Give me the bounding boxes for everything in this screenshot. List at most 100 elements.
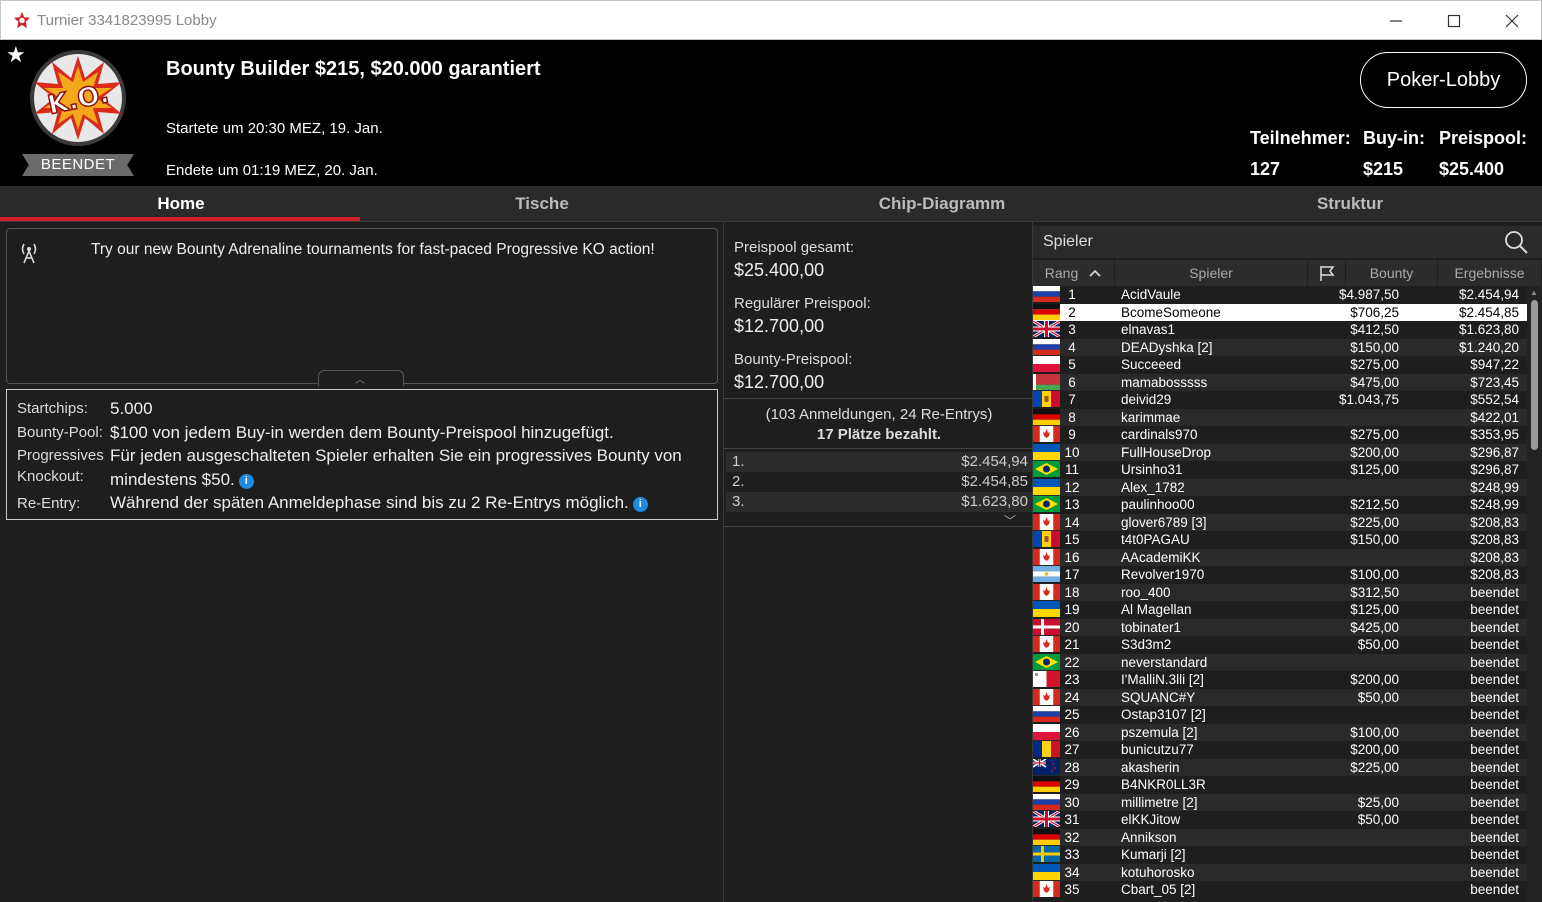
column-header-rank[interactable]: Rang (1033, 260, 1115, 286)
player-row[interactable]: 24 SQUANC#Y $50,00 beendet (1033, 688, 1527, 706)
column-header-bounty[interactable]: Bounty (1346, 260, 1438, 286)
player-row[interactable]: 4 DEADyshka [2] $150,00 $1.240,20 (1033, 338, 1527, 356)
player-row[interactable]: 16 AAcademiKK $208,83 (1033, 548, 1527, 566)
player-row[interactable]: 10 FullHouseDrop $200,00 $296,87 (1033, 443, 1527, 461)
payout-amount: $2.454,94 (961, 453, 1028, 470)
player-result: $208,83 (1470, 532, 1519, 547)
player-row[interactable]: 35 Cbart_05 [2] beendet (1033, 881, 1527, 899)
favorite-star-icon[interactable]: ★ (6, 42, 26, 68)
tab-structure[interactable]: Struktur (1170, 186, 1530, 222)
column-header-player[interactable]: Spieler (1115, 260, 1308, 286)
collapse-promo-handle[interactable]: ︿ (318, 370, 404, 386)
bountypool-label: Bounty-Pool: (17, 424, 103, 441)
player-result: beendet (1470, 864, 1519, 880)
player-row[interactable]: 19 Al Magellan $125,00 beendet (1033, 601, 1527, 619)
knockout-badge-icon: K.O. (30, 50, 126, 146)
player-bounty: $200,00 (1350, 444, 1399, 460)
tournament-header: ★ K.O. BEENDET Bounty Builder $215, $20.… (0, 40, 1542, 186)
player-row[interactable]: 26 pszemula [2] $100,00 beendet (1033, 723, 1527, 741)
player-row[interactable]: 15 t4t0PAGAU $150,00 $208,83 (1033, 531, 1527, 549)
player-row[interactable]: 2 BcomeSomeone $706,25 $2.454,85 (1033, 303, 1527, 321)
player-row[interactable]: 11 Ursinho31 $125,00 $296,87 (1033, 461, 1527, 479)
maximize-button[interactable] (1425, 1, 1483, 41)
player-row[interactable]: 22 neverstandard beendet (1033, 653, 1527, 671)
player-name: bunicutzu77 (1121, 742, 1194, 757)
player-search-bar[interactable]: Spieler (1033, 226, 1542, 258)
player-result: beendet (1470, 602, 1519, 617)
payout-row: 3. $1.623,80 (726, 492, 1032, 512)
player-name: kotuhorosko (1121, 864, 1195, 880)
player-rank: 15 (1064, 532, 1080, 547)
active-tab-indicator (0, 217, 360, 221)
player-row[interactable]: 13 paulinhoo00 $212,50 $248,99 (1033, 496, 1527, 514)
minimize-button[interactable] (1367, 1, 1425, 41)
player-row[interactable]: 31 elKKJitow $50,00 beendet (1032, 809, 1527, 829)
player-name: roo_400 (1121, 584, 1171, 600)
player-row[interactable]: 25 Ostap3107 [2] beendet (1033, 706, 1527, 724)
regular-prizepool-value: $12.700,00 (734, 316, 825, 336)
player-rank: 1 (1068, 287, 1076, 302)
player-list-scrollbar[interactable]: ▲ (1527, 286, 1542, 902)
player-result: $208,83 (1470, 514, 1519, 530)
player-result: beendet (1470, 847, 1519, 862)
end-time: Endete um 01:19 MEZ, 20. Jan. (166, 162, 378, 179)
player-name: t4t0PAGAU (1121, 532, 1190, 547)
player-rank: 35 (1064, 882, 1080, 897)
player-row[interactable]: 30 millimetre [2] $25,00 beendet (1033, 793, 1527, 811)
tab-tables[interactable]: Tische (362, 186, 722, 222)
player-result: beendet (1470, 619, 1519, 635)
player-row[interactable]: 8 karimmae $422,01 (1033, 408, 1527, 426)
player-bounty: $225,00 (1350, 759, 1399, 775)
search-icon[interactable] (1503, 229, 1529, 255)
column-header-results[interactable]: Ergebnisse (1438, 260, 1542, 286)
scroll-up-arrow-icon[interactable]: ▲ (1530, 288, 1538, 297)
column-header-flag[interactable] (1308, 260, 1346, 286)
player-result: beendet (1470, 829, 1519, 845)
player-result: beendet (1470, 724, 1519, 740)
poker-lobby-button[interactable]: Poker-Lobby (1360, 52, 1527, 108)
player-row[interactable]: 7 deivid29 $1.043,75 $552,54 (1033, 391, 1527, 409)
player-result: $208,83 (1470, 567, 1519, 582)
player-rank: 19 (1064, 602, 1080, 617)
player-rank: 24 (1064, 689, 1080, 705)
player-rank: 6 (1068, 374, 1076, 390)
player-row[interactable]: 14 glover6789 [3] $225,00 $208,83 (1033, 513, 1527, 531)
buyin-value: $215 (1363, 159, 1404, 179)
player-row[interactable]: 9 cardinals970 $275,00 $353,95 (1033, 426, 1527, 444)
startchips-value: 5.000 (110, 399, 153, 418)
player-bounty: $412,50 (1350, 322, 1399, 337)
player-row[interactable]: 32 Annikson beendet (1033, 828, 1527, 846)
player-row[interactable]: 28 akasherin $225,00 beendet (1032, 757, 1527, 776)
close-icon (1505, 14, 1519, 28)
info-icon[interactable]: i (632, 497, 648, 512)
player-row[interactable]: 18 roo_400 $312,50 beendet (1033, 583, 1527, 601)
player-row[interactable]: 23 I'MalliN.3lli [2] $200,00 beendet (1033, 671, 1527, 689)
player-row[interactable]: 29 B4NKR0LL3R beendet (1033, 776, 1527, 794)
player-name: elnavas1 (1121, 322, 1176, 337)
player-row[interactable]: 5 Succeeed $275,00 $947,22 (1033, 356, 1527, 374)
player-row[interactable]: 3 elnavas1 $412,50 $1.623,80 (1032, 319, 1527, 339)
buyin-label: Buy-in: (1363, 128, 1425, 148)
player-row[interactable]: 1 AcidVaule $4.987,50 $2.454,94 (1033, 286, 1527, 304)
paid-places-text: 17 Plätze bezahlt. (816, 426, 942, 443)
player-row[interactable]: 12 Alex_1782 $248,99 (1033, 478, 1527, 496)
pko-value-line1: Für jeden ausgeschalteten Spieler erhalt… (110, 446, 682, 465)
player-result: beendet (1470, 794, 1519, 810)
player-row[interactable]: 33 Kumarji [2] beendet (1033, 846, 1527, 864)
player-row[interactable]: 27 bunicutzu77 $200,00 beendet (1033, 741, 1527, 759)
player-result: $248,99 (1470, 497, 1519, 512)
player-result: beendet (1470, 654, 1519, 670)
player-rank: 4 (1068, 339, 1076, 355)
player-row[interactable]: 34 kotuhorosko beendet (1033, 863, 1527, 881)
close-button[interactable] (1483, 1, 1541, 41)
scroll-thumb[interactable] (1531, 300, 1538, 450)
player-row[interactable]: 21 S3d3m2 $50,00 beendet (1033, 636, 1527, 654)
tab-chip-chart[interactable]: Chip-Diagramm (762, 186, 1122, 222)
player-row[interactable]: 6 mamabosssss $475,00 $723,45 (1033, 373, 1527, 391)
player-row[interactable]: 17 Revolver1970 $100,00 $208,83 (1033, 566, 1527, 584)
player-row[interactable]: 20 tobinater1 $425,00 beendet (1033, 618, 1527, 636)
tournament-info-panel: Startchips: 5.000 Bounty-Pool: $100 von … (6, 389, 718, 520)
player-bounty: $275,00 (1350, 357, 1399, 372)
player-name: I'MalliN.3lli [2] (1121, 672, 1204, 687)
info-icon[interactable]: i (238, 474, 254, 489)
